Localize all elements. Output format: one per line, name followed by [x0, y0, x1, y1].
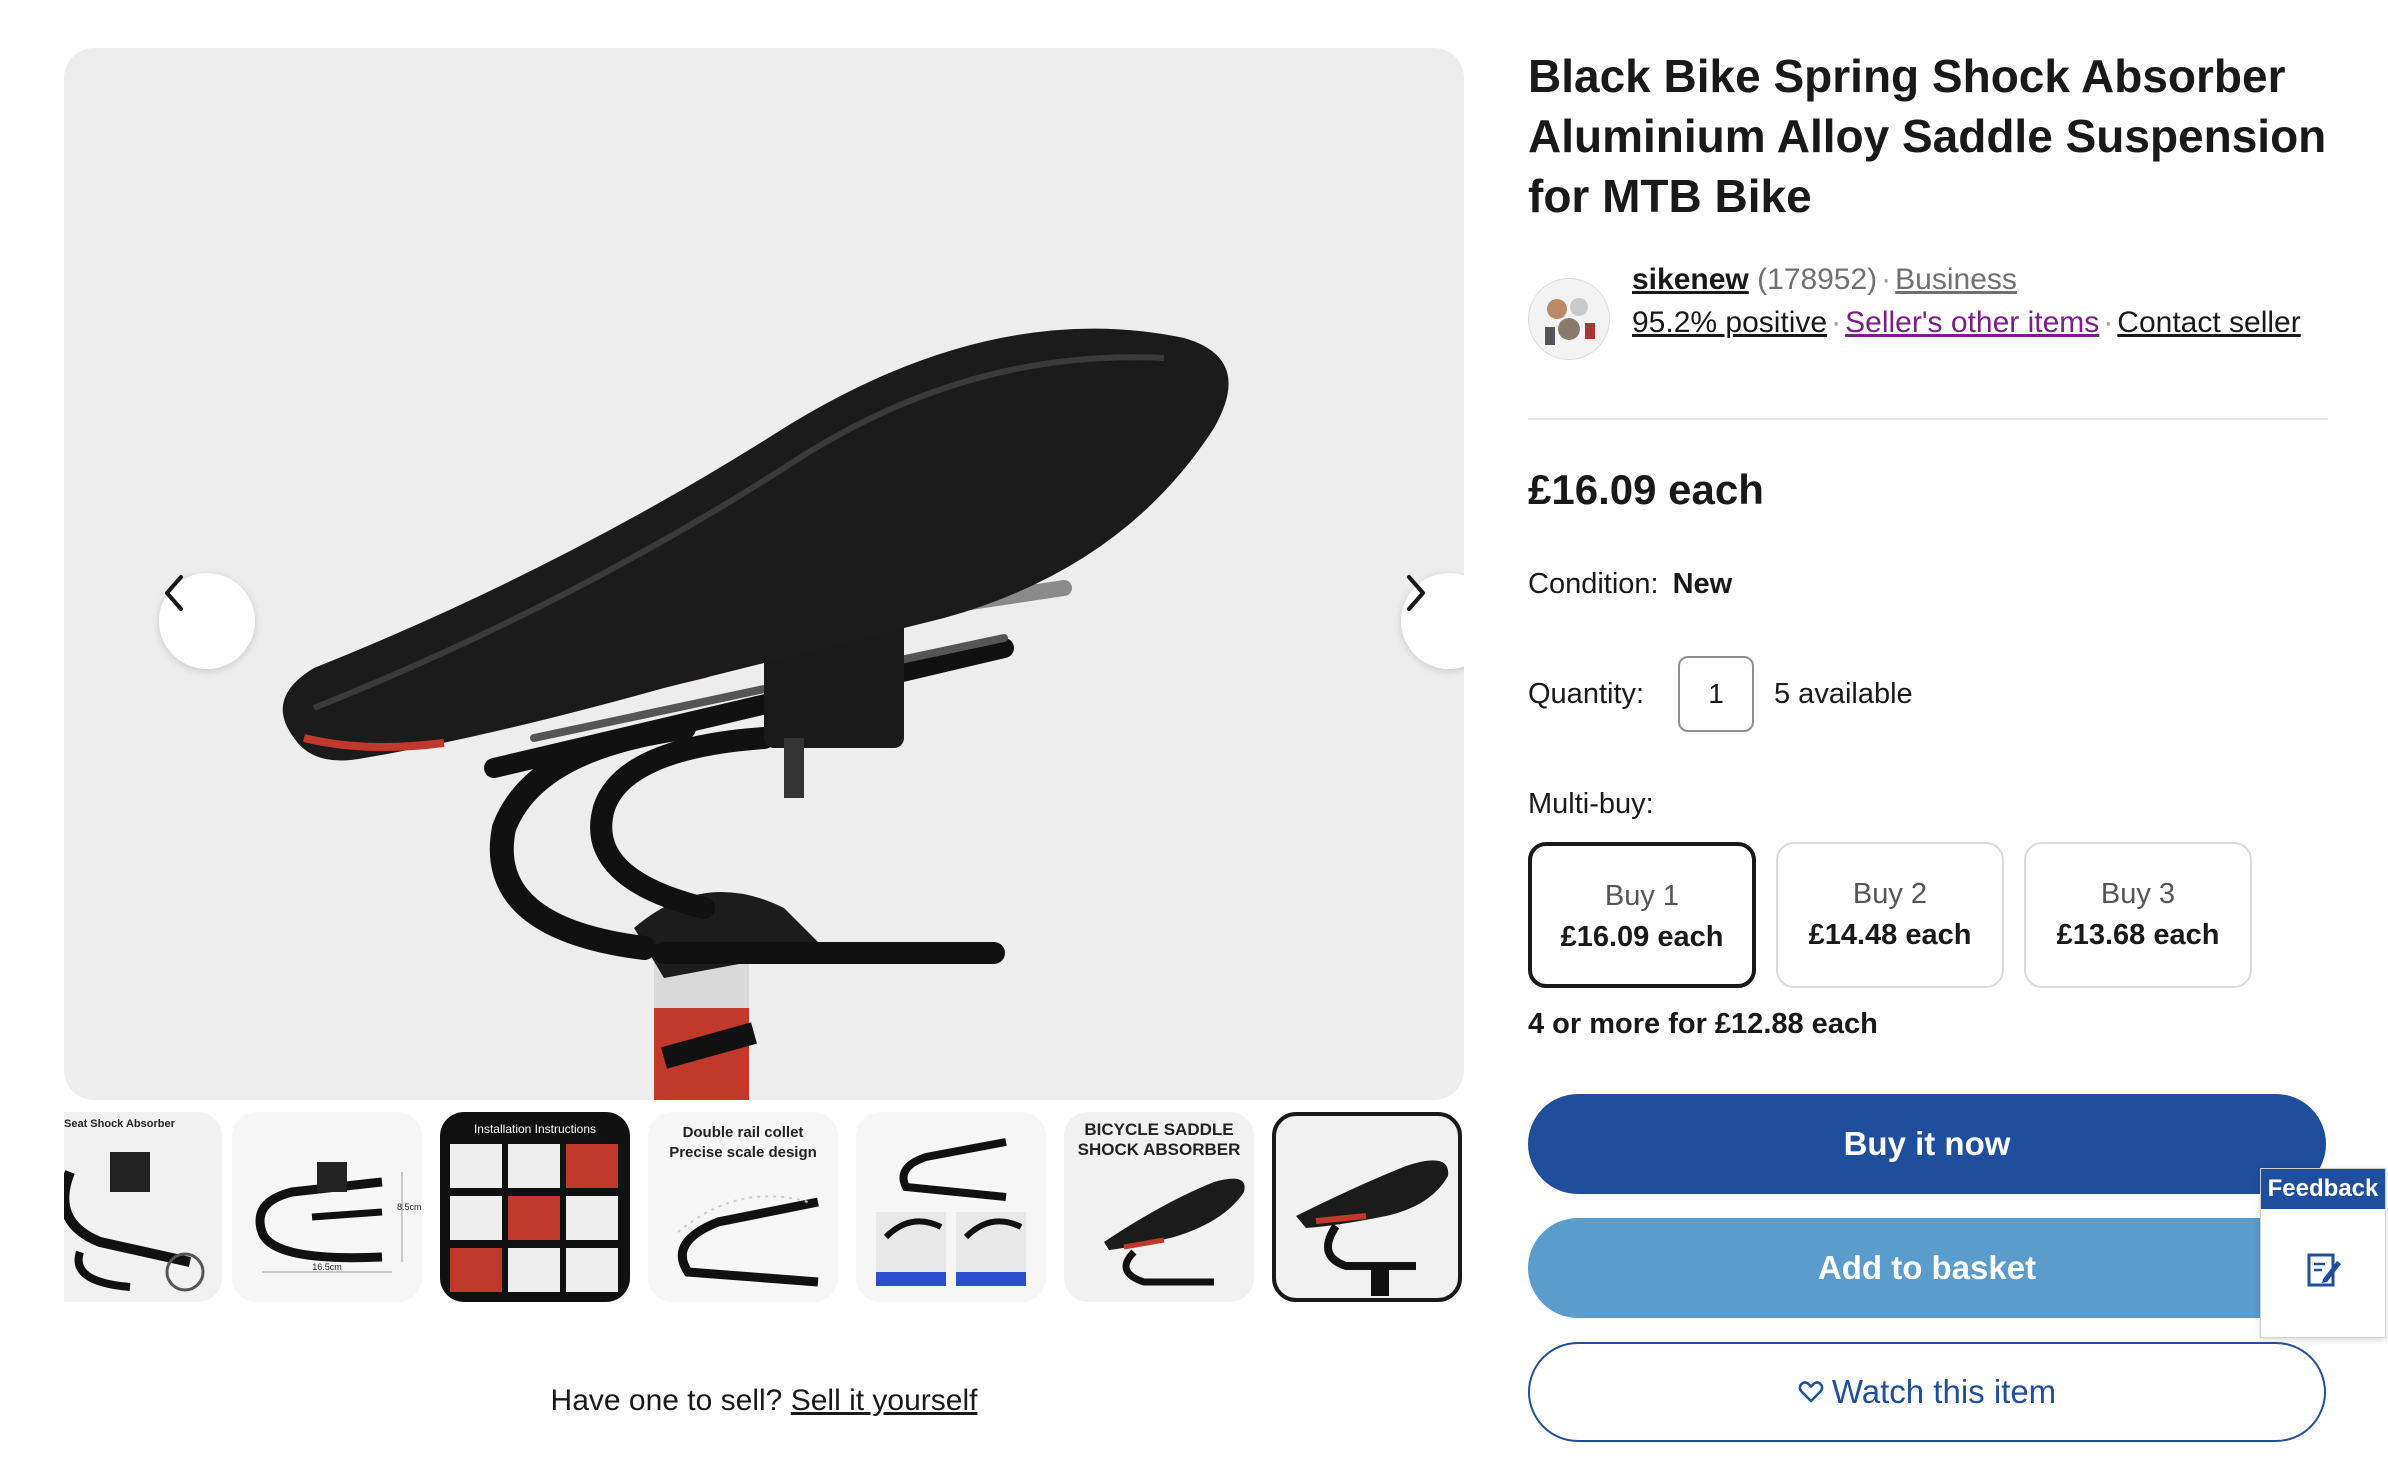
- seller-details: sikenew (178952) · Business 95.2% positive…: [1632, 258, 2312, 344]
- thumbnail-1[interactable]: Seat Shock Absorber: [64, 1112, 222, 1302]
- add-to-basket-button[interactable]: Add to basket: [1528, 1218, 2326, 1318]
- thumbnail-7[interactable]: [1272, 1112, 1462, 1302]
- seller-feedback-count: (178952): [1757, 263, 1878, 296]
- thumbnail-caption: Seat Shock Absorber: [64, 1118, 175, 1130]
- buy-it-now-label: Buy it now: [1843, 1125, 2011, 1162]
- multibuy-price: £16.09 each: [1560, 921, 1724, 953]
- feedback-label: Feedback: [2261, 1169, 2385, 1209]
- quantity-input[interactable]: 1: [1678, 656, 1754, 732]
- thumbnail-image: [450, 1144, 618, 1292]
- thumbnail-caption: BICYCLE SADDLE: [1084, 1120, 1234, 1139]
- seller-type-link[interactable]: Business: [1895, 263, 2017, 296]
- sell-it-yourself-link[interactable]: Sell it yourself: [791, 1384, 978, 1417]
- heart-icon: [1798, 1380, 1824, 1404]
- separator-dot: ·: [2103, 306, 2114, 339]
- quantity-label: Quantity:: [1528, 678, 1645, 710]
- thumbnail-image: [876, 1138, 1026, 1286]
- chevron-left-icon: [165, 575, 183, 611]
- add-to-basket-label: Add to basket: [1817, 1249, 2037, 1286]
- contact-seller-link[interactable]: Contact seller: [2117, 306, 2300, 339]
- multibuy-label: Multi-buy:: [1528, 788, 1654, 820]
- thumbnail-5[interactable]: [856, 1112, 1046, 1302]
- quantity-available: 5 available: [1774, 678, 1913, 710]
- condition-label: Condition:: [1528, 568, 1659, 600]
- item-price: £16.09 each: [1528, 466, 1764, 513]
- thumbnail-4[interactable]: Double rail collet Precise scale design: [648, 1112, 838, 1302]
- chevron-right-icon: [1407, 575, 1425, 611]
- previous-image-button[interactable]: [159, 573, 255, 669]
- feedback-edit-icon: [2261, 1209, 2385, 1329]
- thumbnail-caption: Double rail collet: [682, 1124, 804, 1141]
- buy-it-now-button[interactable]: Buy it now: [1528, 1094, 2326, 1194]
- condition-value: New: [1672, 568, 1733, 600]
- thumbnail-2[interactable]: 16.5cm 8.5cm: [232, 1112, 422, 1302]
- thumbnail-caption: Installation Instructions: [473, 1122, 597, 1136]
- watch-item-button[interactable]: Watch this item: [1528, 1342, 2326, 1442]
- multibuy-option-3[interactable]: Buy 3 £13.68 each: [2024, 842, 2252, 988]
- thumbnail-caption-2: SHOCK ABSORBER: [1077, 1140, 1241, 1159]
- seller-positive-link[interactable]: 95.2% positive: [1632, 306, 1827, 339]
- thumbnail-image: [1296, 1160, 1449, 1296]
- seller-logo-image: [1545, 298, 1595, 345]
- multibuy-qty: Buy 3: [2100, 878, 2176, 910]
- divider: [1528, 418, 2328, 420]
- multibuy-option-2[interactable]: Buy 2 £14.48 each: [1776, 842, 2004, 988]
- sell-prompt: Have one to sell?: [550, 1384, 783, 1417]
- seller-other-items-link[interactable]: Seller's other items: [1845, 306, 2099, 339]
- thumbnail-width-label: 16.5cm: [312, 1262, 342, 1272]
- seller-logo-icon[interactable]: [1528, 278, 1610, 360]
- multibuy-price: £14.48 each: [1808, 919, 1972, 951]
- condition-row: Condition: New: [1528, 568, 1732, 601]
- separator-dot: ·: [1881, 263, 1892, 296]
- multibuy-qty: Buy 1: [1604, 880, 1680, 912]
- thumbnail-image: [255, 1162, 403, 1273]
- separator-dot: ·: [1831, 306, 1842, 339]
- seller-info: sikenew (178952) · Business 95.2% positive…: [1528, 258, 2328, 408]
- saddle-photo: [282, 328, 1229, 1100]
- thumbnail-caption-2: Precise scale design: [669, 1144, 817, 1161]
- multibuy-qty: Buy 2: [1852, 878, 1928, 910]
- multibuy-price: £13.68 each: [2056, 919, 2220, 951]
- product-title: Black Bike Spring Shock Absorber Alumini…: [1528, 50, 2327, 222]
- heart-icon-svg: [1798, 1381, 1824, 1403]
- sell-yourself-row: Have one to sell? Sell it yourself: [0, 1384, 1528, 1418]
- thumbnail-6[interactable]: BICYCLE SADDLE SHOCK ABSORBER: [1064, 1112, 1254, 1302]
- thumbnail-image: [64, 1152, 205, 1292]
- main-product-image[interactable]: [64, 48, 1464, 1100]
- thumbnail-height-label: 8.5cm: [397, 1202, 422, 1212]
- edit-icon: [2307, 1253, 2341, 1287]
- multibuy-option-1[interactable]: Buy 1 £16.09 each: [1528, 842, 1756, 988]
- seller-name-link[interactable]: sikenew: [1632, 263, 1749, 296]
- multibuy-note: 4 or more for £12.88 each: [1528, 1008, 1878, 1040]
- thumbnail-3[interactable]: Installation Instructions: [440, 1112, 630, 1302]
- watch-item-label: Watch this item: [1831, 1373, 2057, 1410]
- feedback-tab[interactable]: Feedback: [2260, 1168, 2386, 1338]
- thumbnail-strip: Seat Shock Absorber 16.5cm 8.5cm Install…: [64, 1112, 1464, 1304]
